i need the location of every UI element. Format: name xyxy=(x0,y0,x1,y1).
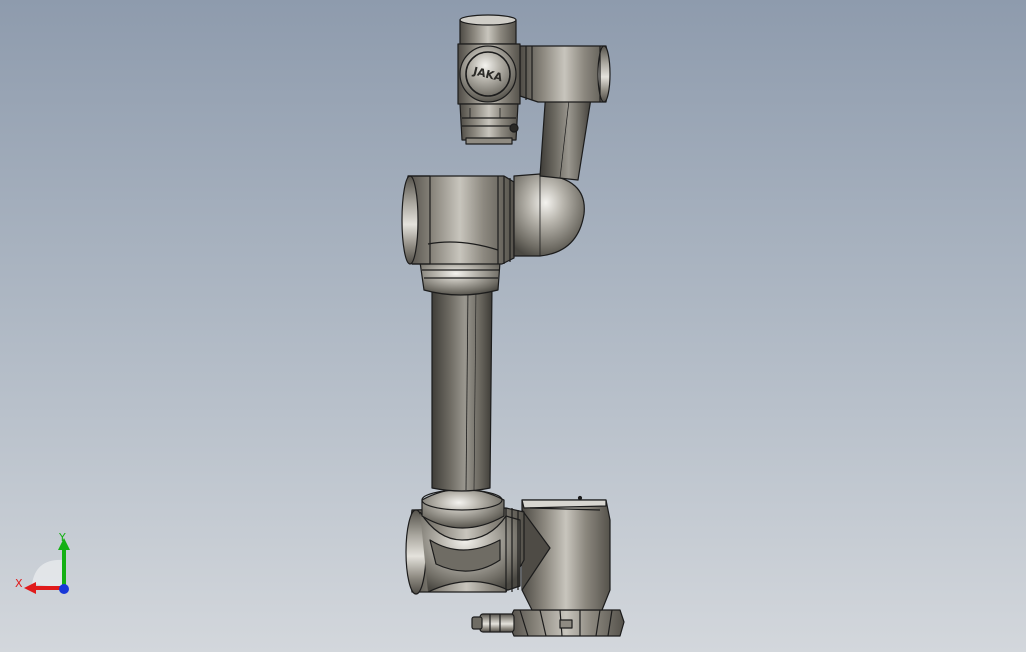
y-axis-label: Y xyxy=(59,531,66,544)
coordinate-triad[interactable]: Y X xyxy=(10,528,80,604)
model-scene[interactable]: JAKA xyxy=(0,0,1026,652)
graphics-viewport[interactable]: JAKA Y X xyxy=(0,0,1026,652)
lower-collar xyxy=(421,488,505,529)
z-axis-dot xyxy=(59,584,69,594)
cable-connector xyxy=(471,613,515,633)
tool-head[interactable]: JAKA xyxy=(457,14,521,145)
wrist-block[interactable] xyxy=(519,45,611,103)
robot-base[interactable] xyxy=(471,609,625,637)
elbow-collar xyxy=(419,261,501,296)
x-axis-arrowhead xyxy=(24,582,36,594)
view-plane-shading xyxy=(32,559,64,588)
x-axis-label: X xyxy=(15,577,23,590)
upper-arm-tube[interactable] xyxy=(431,285,493,492)
joint-3[interactable] xyxy=(401,175,515,265)
shoulder-housing[interactable] xyxy=(521,495,611,611)
